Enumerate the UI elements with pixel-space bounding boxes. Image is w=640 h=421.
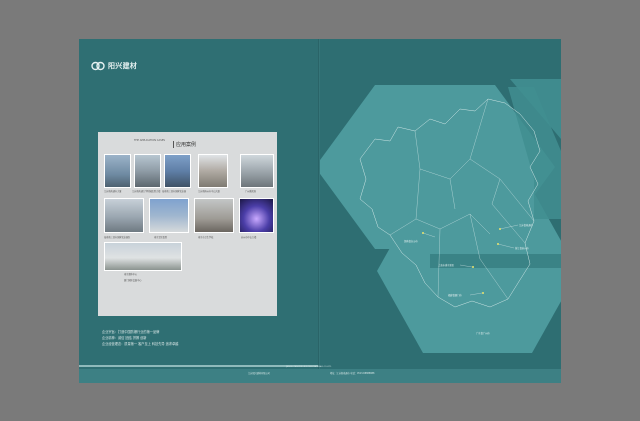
footer-band [79, 369, 561, 383]
case-caption: 厦门国际会展中心 [124, 279, 142, 282]
case-caption: 南京市卫生学校 [198, 236, 214, 239]
case-caption: 海南省三亚市国家农业园区 [104, 236, 131, 239]
case-photo [164, 154, 191, 188]
location-pin-icon [422, 232, 424, 234]
case-caption: 江苏省南通大学附属医院大楼 [132, 190, 161, 193]
intro-line: 企业经营理念：质量第一 客户至上 科技先导 追求卓越 [102, 342, 179, 346]
case-photo [239, 198, 274, 233]
company-intro: 企业宗旨：打造中国防爆行业的第一品牌 企业精神：诚信 团结 拼搏 创新 企业经营… [102, 329, 178, 347]
footer-right-text: 地址：江苏省南通市 电话：0513-88888888 [330, 372, 375, 375]
footer-center-text: JIANGSU YANGXING BUILDING MATERIALS CO.,… [286, 366, 332, 368]
footer-rule [79, 365, 319, 367]
case-caption: 苏州市中山大楼 [241, 236, 257, 239]
case-photo [104, 154, 131, 188]
panel-header-small: THE APPLICATION CASES [134, 139, 166, 142]
case-caption: 南京奥体中心 [124, 273, 138, 276]
case-photo [194, 198, 234, 233]
location-pin-icon [497, 243, 499, 245]
case-photo [198, 154, 228, 188]
map-callout: 浙江省杭州市 [515, 247, 529, 250]
location-pin-icon [482, 292, 484, 294]
brand-logo-icon [91, 61, 105, 71]
panel-accent-bar [94, 132, 98, 316]
case-caption: 江苏省南通市大厦 [104, 190, 122, 193]
brand: 阳兴建材 [91, 61, 137, 71]
brand-name: 阳兴建材 [108, 62, 138, 70]
right-page: 江苏省南通市 浙江省杭州市 湖南省长沙市 上海市浦东新区 福建省厦门市 广东省广… [320, 39, 561, 383]
map-callout: 广东省广州市 [476, 332, 490, 335]
hexagon-map-graphic [320, 79, 561, 353]
case-photo [134, 154, 161, 188]
case-photo [240, 154, 274, 188]
map-callout: 湖南省长沙市 [404, 240, 418, 243]
case-caption: 江苏省扬州市中山大厦 [198, 190, 220, 193]
case-caption: 海南省三亚市国家农业园 [162, 190, 187, 193]
panel-title: 应用案例 [173, 141, 196, 148]
map-callout: 江苏省南通市 [519, 224, 533, 227]
map-callout: 上海市浦东新区 [438, 264, 455, 267]
footer-left-text: 江苏阳兴建材有限公司 [248, 372, 270, 375]
case-caption: 广州番禺塔 [245, 190, 256, 193]
application-cases-panel: THE APPLICATION CASES 应用案例 江苏省南通市大厦 江苏省南… [94, 132, 277, 316]
left-page: 阳兴建材 THE APPLICATION CASES 应用案例 江苏省南通市大厦… [79, 39, 319, 383]
case-caption: 南京军区医院 [154, 236, 168, 239]
map-callout: 福建省厦门市 [448, 294, 462, 297]
case-photo [104, 198, 144, 233]
case-photo [104, 242, 182, 271]
location-pin-icon [472, 266, 474, 268]
case-photo [149, 198, 189, 233]
location-pin-icon [499, 228, 501, 230]
